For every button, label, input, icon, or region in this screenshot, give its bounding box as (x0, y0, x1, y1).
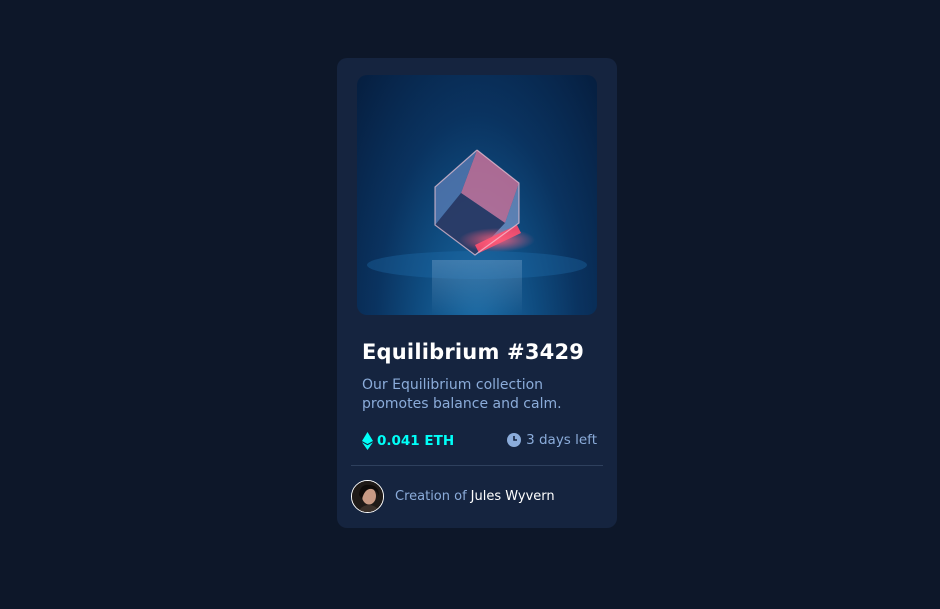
creator-row: Creation of Jules Wyvern (351, 480, 555, 513)
cube-illustration (367, 149, 587, 315)
creator-name-link[interactable]: Jules Wyvern (471, 489, 555, 504)
clock-icon (507, 433, 522, 447)
avatar (351, 480, 384, 513)
price: 0.041 ETH (362, 432, 454, 450)
avatar-image (352, 481, 383, 512)
time-left-value: 3 days left (526, 432, 597, 448)
nft-description: Our Equilibrium collection promotes bala… (362, 377, 562, 412)
divider (351, 465, 603, 466)
ethereum-icon (362, 432, 373, 450)
nft-title[interactable]: Equilibrium #3429 (362, 340, 584, 364)
nft-card: Equilibrium #3429 Our Equilibrium collec… (337, 58, 617, 528)
creation-prefix: Creation of (395, 489, 467, 504)
equilibrium-image[interactable] (357, 75, 597, 315)
time-remaining: 3 days left (507, 432, 597, 448)
price-value: 0.041 ETH (377, 433, 455, 449)
